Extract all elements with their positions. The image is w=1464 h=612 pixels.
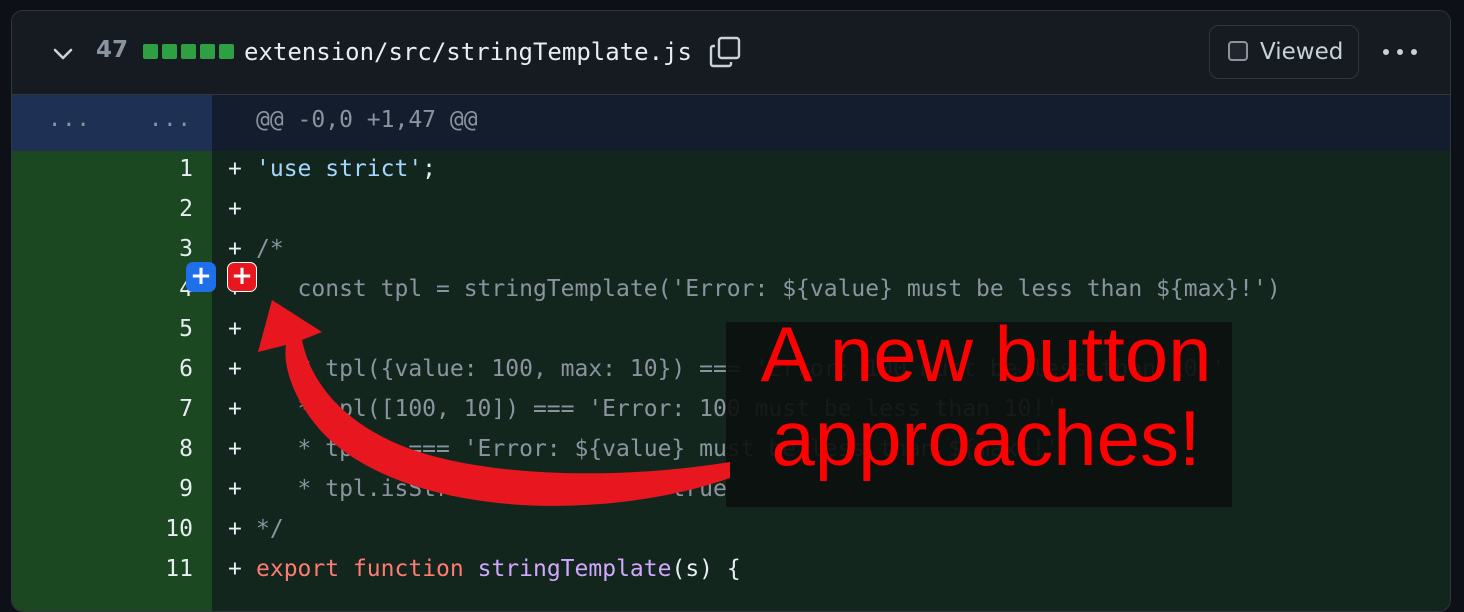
- code-text: * tpl.isStringTemplate === true: [256, 476, 727, 502]
- line-number[interactable]: 4: [12, 276, 193, 302]
- diff-line: 2 +: [12, 191, 1450, 231]
- diff-sign: +: [228, 436, 242, 462]
- diff-sign: +: [228, 396, 242, 422]
- diffstat-block: [181, 44, 196, 59]
- diff-sign: +: [228, 476, 242, 502]
- diffstat-block: [200, 44, 215, 59]
- line-number[interactable]: 9: [12, 476, 193, 502]
- hunk-header: @@ -0,0 +1,47 @@: [256, 107, 478, 133]
- diff-file-card: 47 extension/src/stringTemplate.js Viewe…: [11, 10, 1451, 612]
- diff-sign: +: [228, 356, 242, 382]
- annotation-line-2: approaches!: [771, 394, 1201, 482]
- expand-up-button[interactable]: ...: [48, 107, 91, 132]
- diff-sign: +: [228, 556, 242, 582]
- kebab-horizontal-icon[interactable]: [1380, 42, 1420, 62]
- diff-sign: +: [228, 316, 242, 342]
- line-number[interactable]: 10: [12, 516, 193, 542]
- viewed-toggle[interactable]: Viewed: [1209, 25, 1359, 79]
- line-number[interactable]: 8: [12, 436, 193, 462]
- code-text: 'use strict';: [256, 156, 437, 182]
- viewed-label: Viewed: [1260, 39, 1344, 65]
- diffstat-block: [162, 44, 177, 59]
- code-text: export function stringTemplate(s) {: [256, 556, 741, 582]
- line-number[interactable]: 2: [12, 196, 193, 222]
- add-comment-button[interactable]: +: [186, 262, 216, 292]
- annotation-line-1: A new button: [760, 310, 1212, 398]
- line-number[interactable]: 3: [12, 236, 193, 262]
- diff-sign: +: [228, 156, 242, 182]
- diffstat-bar: [143, 44, 234, 59]
- diff-line: 10 + */: [12, 511, 1450, 551]
- code-text: */: [256, 516, 284, 542]
- file-header: 47 extension/src/stringTemplate.js Viewe…: [12, 11, 1450, 95]
- diff-sign: +: [228, 196, 242, 222]
- diffstat-block: [219, 44, 234, 59]
- code-text: /*: [256, 236, 284, 262]
- annotation-text: A new button approaches!: [726, 312, 1246, 480]
- file-path-link[interactable]: extension/src/stringTemplate.js: [244, 38, 692, 66]
- diff-sign: +: [228, 236, 242, 262]
- code-text: const tpl = stringTemplate('Error: ${val…: [256, 276, 1281, 302]
- hunk-expand-gutter[interactable]: ... ...: [12, 95, 212, 151]
- diff-line: 11 + export function stringTemplate(s) {: [12, 551, 1450, 591]
- expand-down-button[interactable]: ...: [149, 107, 192, 132]
- line-number[interactable]: 6: [12, 356, 193, 382]
- new-plus-button[interactable]: +: [227, 262, 257, 292]
- line-number[interactable]: 11: [12, 556, 193, 582]
- viewed-checkbox[interactable]: [1228, 41, 1248, 61]
- line-number[interactable]: 1: [12, 156, 193, 182]
- lines-changed-count: 47: [96, 37, 129, 63]
- line-number[interactable]: 5: [12, 316, 193, 342]
- diff-sign: +: [228, 516, 242, 542]
- chevron-down-icon[interactable]: [50, 41, 76, 67]
- diff-line: 1 + 'use strict';: [12, 151, 1450, 191]
- copy-icon[interactable]: [708, 35, 742, 69]
- line-number[interactable]: 7: [12, 396, 193, 422]
- hunk-header-row: ... ... @@ -0,0 +1,47 @@: [12, 95, 1450, 151]
- diffstat-block: [143, 44, 158, 59]
